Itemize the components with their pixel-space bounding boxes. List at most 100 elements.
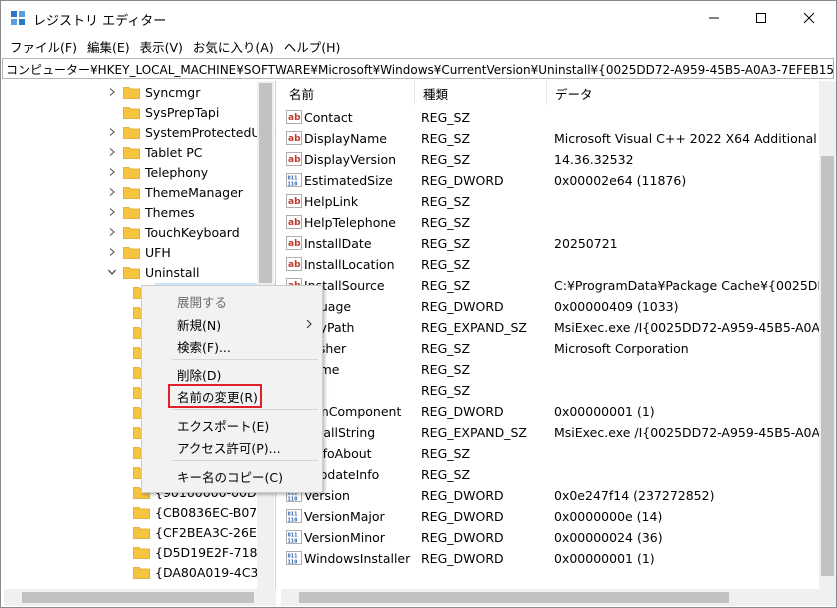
value-row[interactable]: 011110temComponentREG_DWORD0x00000001 (1… [281, 401, 819, 422]
tree-item[interactable]: ThemeManager [107, 182, 243, 202]
context-menu-item[interactable]: アクセス許可(P)... [142, 436, 322, 458]
value-row[interactable]: abnstallStringREG_EXPAND_SZMsiExec.exe /… [281, 422, 819, 443]
value-row[interactable]: ab Contact REG_SZ [281, 107, 819, 128]
value-row[interactable]: 011 110 WindowsInstaller REG_DWORD 0x0000000… [281, 548, 819, 569]
tree-item-label: Tablet PC [145, 144, 203, 160]
chevron-right-icon[interactable] [107, 147, 117, 157]
minimize-button[interactable] [691, 1, 737, 35]
value-row[interactable]: 011110nguageREG_DWORD0x00000409 (1033) [281, 296, 819, 317]
tree-item[interactable]: Syncmgr [107, 82, 200, 102]
folder-icon [123, 86, 140, 99]
values-vertical-scrollbar[interactable] [819, 81, 836, 591]
tree-subitem[interactable]: {CB0836EC-B072- [133, 502, 270, 522]
tree-item[interactable]: Themes [107, 202, 195, 222]
chevron-right-icon[interactable] [107, 227, 117, 237]
context-menu-item[interactable]: 新規(N) [142, 313, 322, 335]
tree-hscroll-thumb[interactable] [22, 592, 254, 603]
close-button[interactable] [786, 1, 832, 35]
column-header-type[interactable]: 種類 [415, 81, 547, 105]
chevron-right-icon[interactable] [107, 207, 117, 217]
value-row[interactable]: 011 110 VersionMinor REG_DWORD 0x00000024 (3… [281, 527, 819, 548]
values-horizontal-scrollbar[interactable] [281, 589, 836, 606]
values-hscroll-thumb[interactable] [299, 592, 729, 603]
value-type: REG_SZ [421, 110, 471, 125]
maximize-button[interactable] [738, 1, 784, 35]
value-row[interactable]: ab DisplayVersion REG_SZ 14.36.32532 [281, 149, 819, 170]
tree-subitem[interactable]: {D5D19E2F-7189- [133, 542, 270, 562]
no-expander [107, 107, 117, 117]
values-pane[interactable]: 名前 種類 データ ab Contact REG_SZ ab DisplayName RE… [281, 81, 819, 591]
chevron-right-icon[interactable] [107, 87, 117, 97]
value-row[interactable]: ab HelpTelephone REG_SZ [281, 212, 819, 233]
value-type: REG_SZ [421, 257, 471, 272]
chevron-down-icon[interactable] [107, 267, 117, 277]
menu-file[interactable]: ファイル(F) [5, 37, 82, 56]
value-type: REG_SZ [421, 278, 471, 293]
tree-item[interactable]: Uninstall [107, 262, 200, 282]
value-name: VersionMinor [304, 530, 385, 545]
tree-item[interactable]: Telephony [107, 162, 208, 182]
value-row[interactable]: abLInfoAboutREG_SZ [281, 443, 819, 464]
value-row[interactable]: ab HelpLink REG_SZ [281, 191, 819, 212]
value-type: REG_SZ [421, 236, 471, 251]
value-type: REG_SZ [421, 131, 471, 146]
value-row[interactable]: ab InstallDate REG_SZ 20250721 [281, 233, 819, 254]
folder-icon [123, 146, 140, 159]
tree-subitem[interactable]: {CF2BEA3C-26EA- [133, 522, 270, 542]
context-menu-item[interactable]: 削除(D) [142, 363, 322, 385]
value-name: HelpTelephone [304, 215, 396, 230]
value-row[interactable]: abLUpdateInfoREG_SZ [281, 464, 819, 485]
tree-item[interactable]: Tablet PC [107, 142, 202, 162]
value-row[interactable]: 011 110 VersionMajor REG_DWORD 0x0000000e (1… [281, 506, 819, 527]
value-data: 14.36.32532 [554, 152, 634, 167]
chevron-right-icon[interactable] [107, 247, 117, 257]
tree-item-label: SystemProtectedUse [145, 124, 275, 140]
value-row[interactable]: ab InstallLocation REG_SZ [281, 254, 819, 275]
address-bar[interactable]: コンピューター¥HKEY_LOCAL_MACHINE¥SOFTWARE¥Micr… [2, 58, 834, 79]
column-header-data[interactable]: データ [547, 81, 819, 105]
column-header-name[interactable]: 名前 [281, 81, 415, 105]
string-value-icon: ab [286, 194, 302, 208]
value-row[interactable]: abadmeREG_SZ [281, 359, 819, 380]
svg-text:ab: ab [288, 155, 301, 165]
value-row[interactable]: ab DisplayName REG_SZ Microsoft Visual C++ … [281, 128, 819, 149]
value-row[interactable]: abblisherREG_SZMicrosoft Corporation [281, 338, 819, 359]
menu-help[interactable]: ヘルプ(H) [279, 37, 346, 56]
svg-text:110: 110 [288, 182, 298, 188]
tree-scroll-thumb[interactable] [259, 83, 272, 283]
folder-icon [133, 506, 150, 519]
value-name: VersionMajor [304, 509, 385, 524]
context-menu-item[interactable]: 名前の変更(R) [142, 385, 322, 407]
value-row[interactable]: abdifyPathREG_EXPAND_SZMsiExec.exe /I{00… [281, 317, 819, 338]
values-scroll-thumb[interactable] [821, 156, 834, 576]
tree-item[interactable]: SysPrepTapi [107, 102, 219, 122]
tree-item[interactable]: TouchKeyboard [107, 222, 240, 242]
value-row[interactable]: 011 110 Version REG_DWORD 0x0e247f14 (237272… [281, 485, 819, 506]
value-data: Microsoft Corporation [554, 341, 689, 356]
title-bar[interactable]: レジストリ エディター [1, 1, 836, 35]
binary-value-icon: 011110 [286, 551, 302, 566]
chevron-right-icon[interactable] [107, 187, 117, 197]
value-row[interactable]: 011 110 EstimatedSize REG_DWORD 0x00002e64 (… [281, 170, 819, 191]
tree-item[interactable]: SystemProtectedUse [107, 122, 275, 142]
context-menu-item[interactable]: キー名のコピー(C) [142, 465, 322, 487]
tree-subitem[interactable]: {DA80A019-4C3B [133, 562, 267, 582]
menu-edit[interactable]: 編集(E) [82, 37, 135, 56]
menu-favorites[interactable]: お気に入り(A) [188, 37, 279, 56]
tree-horizontal-scrollbar[interactable] [4, 589, 276, 606]
regedit-app-icon [11, 11, 25, 25]
tree-subitem-label: {CF2BEA3C-26EA- [155, 524, 270, 540]
string-value-icon: ab [286, 236, 302, 250]
svg-text:110: 110 [288, 560, 298, 566]
menu-view[interactable]: 表示(V) [135, 37, 188, 56]
chevron-right-icon[interactable] [107, 127, 117, 137]
value-row[interactable]: abeREG_SZ [281, 380, 819, 401]
value-data: MsiExec.exe /I{0025DD72-A959-45B5-A0A3-7 [554, 425, 819, 440]
chevron-right-icon[interactable] [107, 167, 117, 177]
value-type: REG_DWORD [421, 404, 504, 419]
value-row[interactable]: abInstallSourceREG_SZC:¥ProgramData¥Pack… [281, 275, 819, 296]
tree-item[interactable]: UFH [107, 242, 171, 262]
value-name: Contact [304, 110, 353, 125]
context-menu-item[interactable]: エクスポート(E) [142, 414, 322, 436]
context-menu-item[interactable]: 検索(F)... [142, 335, 322, 357]
